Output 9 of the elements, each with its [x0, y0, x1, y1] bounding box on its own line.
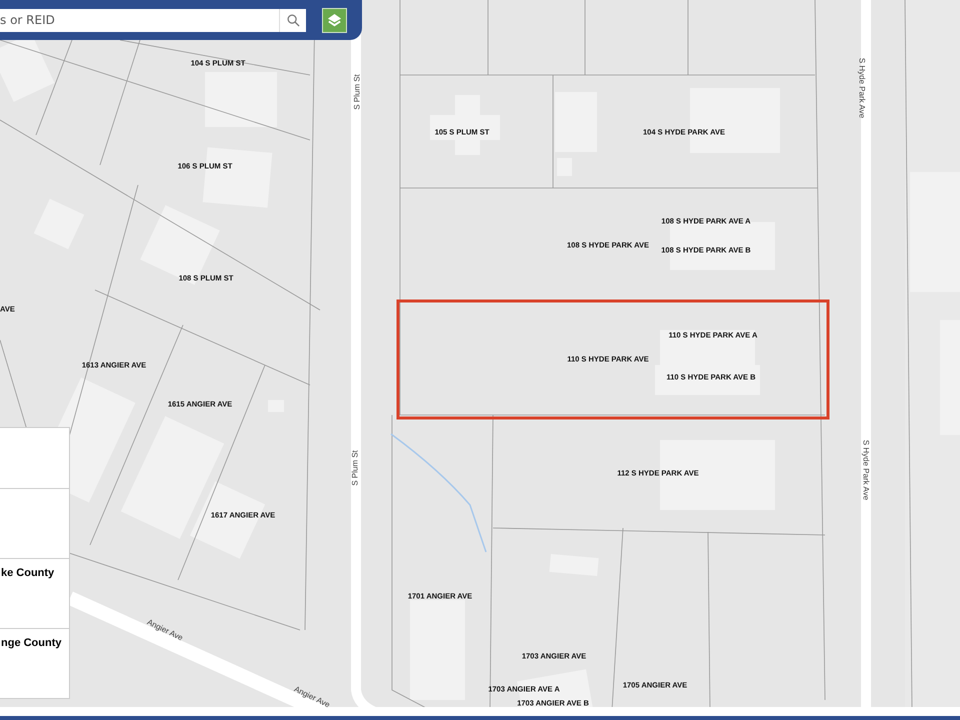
layers-icon — [327, 12, 342, 28]
street-label: S Plum St — [350, 450, 360, 486]
street-label: S Hyde Park Ave — [862, 440, 870, 500]
layers-button[interactable] — [322, 8, 347, 32]
street-label: S Plum St — [352, 74, 362, 110]
county-label[interactable]: ke County — [0, 567, 69, 579]
street-label: S Hyde Park Ave — [858, 58, 866, 118]
search-icon — [286, 14, 300, 26]
county-label[interactable]: nge County — [0, 637, 69, 649]
